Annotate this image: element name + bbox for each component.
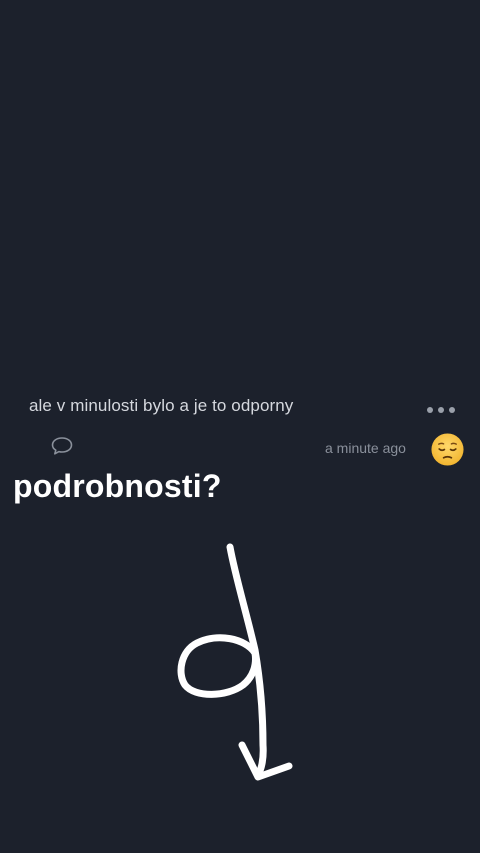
speech-bubble-icon <box>51 437 73 455</box>
comment-timestamp: a minute ago <box>325 440 406 456</box>
more-options-button[interactable] <box>427 400 455 420</box>
pensive-face-icon <box>431 433 464 466</box>
ellipsis-icon-dot <box>438 407 444 413</box>
ellipsis-icon-dot <box>449 407 455 413</box>
story-text-overlay: podrobnosti? <box>13 468 222 504</box>
ellipsis-icon-dot <box>427 407 433 413</box>
hand-drawn-arrow-down-icon <box>177 543 293 781</box>
emoji-reaction-button[interactable] <box>430 432 465 467</box>
reply-button[interactable] <box>50 436 74 456</box>
comment-text: ale v minulosti bylo a je to odporny <box>29 396 294 415</box>
